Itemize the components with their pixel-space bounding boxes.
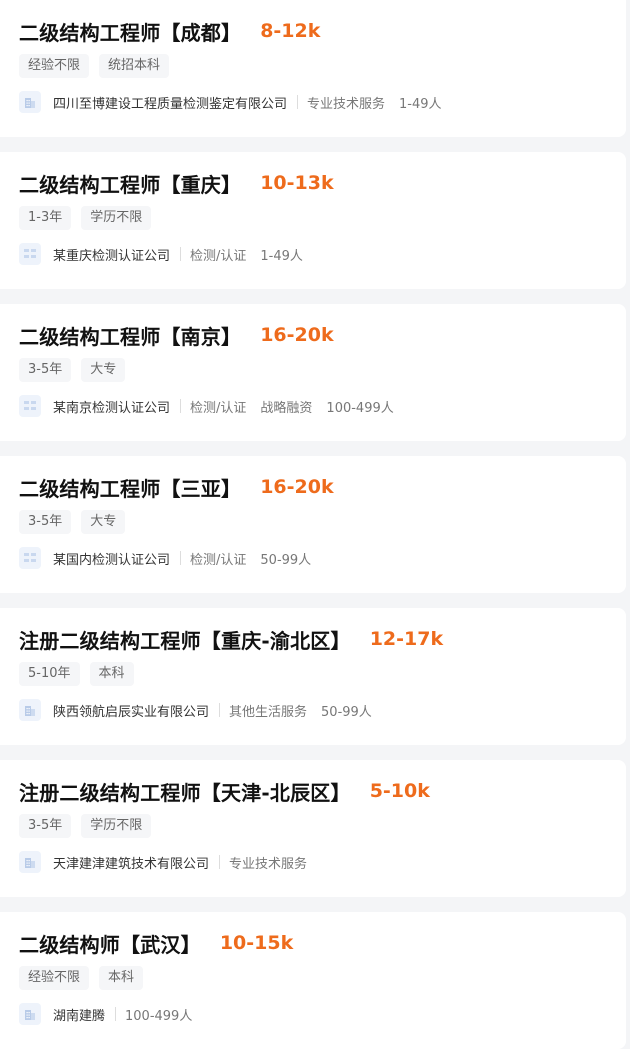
company-name[interactable]: 湖南建腾: [53, 1005, 105, 1024]
job-tags: 1-3年 学历不限: [19, 206, 626, 230]
company-logo-building-icon: [19, 91, 41, 113]
divider: [219, 855, 221, 869]
company-logo-placeholder-icon: [19, 395, 41, 417]
job-title-row: 二级结构工程师【成都】 8-12k: [19, 16, 626, 46]
job-title-row: 二级结构工程师【重庆】 10-13k: [19, 168, 626, 198]
company-meta-item: 检测/认证: [190, 248, 247, 264]
job-tag: 大专: [81, 358, 126, 382]
company-meta: 专业技术服务: [209, 853, 321, 872]
company-meta-item: 专业技术服务: [229, 856, 308, 872]
job-tags: 3-5年 大专: [19, 358, 626, 382]
company-logo-placeholder-icon: [19, 547, 41, 569]
job-title-row: 注册二级结构工程师【重庆-渝北区】 12-17k: [19, 624, 626, 654]
job-title[interactable]: 二级结构工程师【成都】: [19, 17, 241, 46]
company-row: 某国内检测认证公司 检测/认证 50-99人: [19, 547, 626, 569]
job-title[interactable]: 二级结构工程师【三亚】: [19, 473, 241, 502]
company-name[interactable]: 某重庆检测认证公司: [53, 245, 170, 264]
job-title[interactable]: 二级结构工程师【重庆】: [19, 169, 241, 198]
job-tag: 3-5年: [19, 510, 72, 534]
job-title-row: 二级结构工程师【三亚】 16-20k: [19, 472, 626, 502]
job-tag: 1-3年: [19, 206, 72, 230]
company-logo-placeholder-icon: [19, 243, 41, 265]
company-meta-item: 1-49人: [399, 96, 442, 112]
job-tag: 3-5年: [19, 358, 72, 382]
job-title-row: 注册二级结构工程师【天津-北辰区】 5-10k: [19, 776, 626, 806]
job-list: 二级结构工程师【成都】 8-12k 经验不限 统招本科 四川至博建设工程质量检测鉴定有限…: [0, 0, 630, 1049]
job-tag: 本科: [89, 662, 134, 686]
company-name[interactable]: 某南京检测认证公司: [53, 397, 170, 416]
job-tags: 3-5年 学历不限: [19, 814, 626, 838]
company-row: 某重庆检测认证公司 检测/认证 1-49人: [19, 243, 626, 265]
company-meta: 检测/认证 1-49人: [170, 245, 317, 264]
job-card[interactable]: 二级结构师【武汉】 10-15k 经验不限 本科湖南建腾 100-499人: [0, 912, 626, 1049]
job-card[interactable]: 二级结构工程师【重庆】 10-13k 1-3年 学历不限某重庆检测认证公司 检测/认证 1…: [0, 152, 626, 289]
company-logo-building-icon: [19, 851, 41, 873]
company-name[interactable]: 四川至博建设工程质量检测鉴定有限公司: [53, 93, 287, 112]
salary-range: 10-13k: [260, 172, 334, 194]
job-card[interactable]: 二级结构工程师【南京】 16-20k 3-5年 大专 某南京检测认证公司 检测/认证 战略融…: [0, 304, 626, 441]
job-tag: 学历不限: [81, 206, 152, 230]
salary-range: 10-15k: [219, 932, 294, 954]
company-meta: 检测/认证 50-99人: [170, 549, 325, 568]
job-title[interactable]: 注册二级结构工程师【重庆-渝北区】: [19, 625, 351, 654]
company-meta-item: 专业技术服务: [307, 96, 386, 112]
divider: [115, 1007, 117, 1021]
salary-range: 16-20k: [260, 324, 334, 346]
divider: [297, 95, 299, 109]
company-name[interactable]: 陕西领航启辰实业有限公司: [53, 701, 209, 720]
company-row: 某南京检测认证公司 检测/认证 战略融资 100-499人: [19, 395, 626, 417]
job-tag: 学历不限: [81, 814, 152, 838]
company-row: 天津建津建筑技术有限公司 专业技术服务: [19, 851, 626, 873]
job-tag: 统招本科: [99, 54, 170, 78]
job-card[interactable]: 二级结构工程师【成都】 8-12k 经验不限 统招本科四川至博建设工程质量检测鉴定有限…: [0, 0, 626, 137]
company-meta: 100-499人: [105, 1005, 206, 1024]
salary-range: 8-12k: [260, 20, 321, 42]
job-tag: 5-10年: [19, 662, 80, 686]
job-card[interactable]: 注册二级结构工程师【重庆-渝北区】 12-17k 5-10年 本科陕西领航启辰实业有限…: [0, 608, 626, 745]
divider: [219, 703, 221, 717]
job-tags: 经验不限 本科: [19, 966, 626, 990]
company-meta-item: 检测/认证: [190, 400, 247, 416]
job-tag: 大专: [81, 510, 126, 534]
job-title-row: 二级结构工程师【南京】 16-20k: [19, 320, 626, 350]
job-tags: 经验不限 统招本科: [19, 54, 626, 78]
company-meta-item: 其他生活服务: [229, 704, 308, 720]
job-card[interactable]: 注册二级结构工程师【天津-北辰区】 5-10k 3-5年 学历不限 天津建津建筑技术有限…: [0, 760, 626, 897]
job-tags: 5-10年 本科: [19, 662, 626, 686]
job-tag: 经验不限: [19, 966, 90, 990]
job-tags: 3-5年 大专: [19, 510, 626, 534]
job-card[interactable]: 二级结构工程师【三亚】 16-20k 3-5年 大专某国内检测认证公司 检测/认证 50-…: [0, 456, 626, 593]
divider: [180, 551, 182, 565]
company-name[interactable]: 某国内检测认证公司: [53, 549, 170, 568]
company-meta-item: 50-99人: [260, 552, 312, 568]
divider: [180, 399, 182, 413]
job-tag: 经验不限: [19, 54, 90, 78]
company-meta-item: 战略融资: [260, 400, 313, 416]
company-meta: 检测/认证 战略融资 100-499人: [170, 397, 408, 416]
job-tag: 本科: [99, 966, 144, 990]
company-row: 四川至博建设工程质量检测鉴定有限公司 专业技术服务 1-49人: [19, 91, 626, 113]
company-meta-item: 100-499人: [125, 1008, 193, 1024]
job-title[interactable]: 二级结构师【武汉】: [19, 929, 201, 958]
salary-range: 12-17k: [369, 628, 444, 650]
company-meta-item: 100-499人: [326, 400, 394, 416]
company-meta-item: 50-99人: [321, 704, 372, 720]
salary-range: 16-20k: [260, 476, 334, 498]
company-meta: 其他生活服务 50-99人: [209, 701, 386, 720]
company-logo-building-icon: [19, 1003, 41, 1025]
company-meta-item: 检测/认证: [190, 552, 247, 568]
job-title-row: 二级结构师【武汉】 10-15k: [19, 928, 626, 958]
company-row: 陕西领航启辰实业有限公司 其他生活服务 50-99人: [19, 699, 626, 721]
company-name[interactable]: 天津建津建筑技术有限公司: [53, 853, 209, 872]
company-meta-item: 1-49人: [260, 248, 303, 264]
company-row: 湖南建腾 100-499人: [19, 1003, 626, 1025]
company-meta: 专业技术服务 1-49人: [287, 93, 456, 112]
divider: [180, 247, 182, 261]
salary-range: 5-10k: [369, 780, 430, 802]
job-title[interactable]: 注册二级结构工程师【天津-北辰区】: [19, 777, 351, 806]
company-logo-building-icon: [19, 699, 41, 721]
job-title[interactable]: 二级结构工程师【南京】: [19, 321, 241, 350]
job-tag: 3-5年: [19, 814, 72, 838]
